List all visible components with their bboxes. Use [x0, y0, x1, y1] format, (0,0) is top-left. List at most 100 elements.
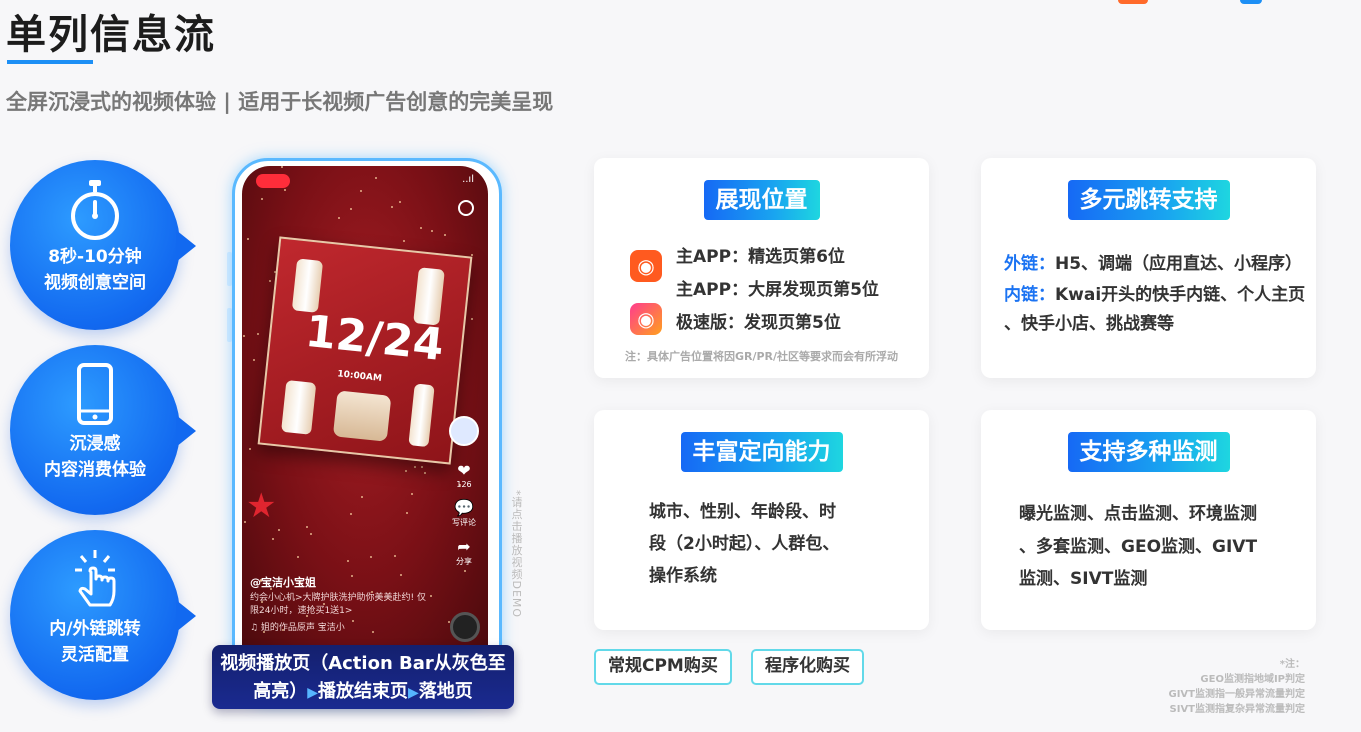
placement-row: 主APP：精选页第6位	[676, 247, 845, 267]
sparkle	[391, 206, 393, 208]
sparkle	[406, 512, 408, 514]
feature-line: 沉浸感	[69, 434, 121, 454]
sparkle	[444, 234, 446, 236]
sparkle	[360, 190, 362, 192]
monitoring-line: 监测、SIVT监测	[1019, 569, 1148, 589]
sparkle	[421, 466, 423, 468]
top-decoration	[1240, 0, 1262, 4]
footnote-line: GIVT监测指一般异常流量判定	[1168, 689, 1306, 700]
page-subtitle: 全屏沉浸式的视频体验 | 适用于长视频广告创意的完美呈现	[6, 90, 554, 114]
card-tag: 丰富定向能力	[680, 432, 843, 472]
feature-line: 内/外链跳转	[49, 619, 141, 639]
heart-icon[interactable]: ❤	[444, 462, 484, 480]
sparkle	[372, 631, 374, 633]
title-underline	[7, 60, 93, 64]
sparkle	[247, 238, 249, 240]
monitoring-line: 曝光监测、点击监测、环境监测	[1019, 504, 1257, 524]
card-tag: 展现位置	[703, 180, 820, 220]
sparkle	[257, 333, 259, 335]
comment-icon[interactable]: 💬	[444, 499, 484, 517]
demo-hint: *请点击播放视频DEMO	[510, 490, 523, 619]
sparkle	[405, 470, 407, 472]
search-icon[interactable]	[458, 200, 474, 216]
sparkle	[272, 538, 274, 540]
sparkle	[351, 575, 353, 577]
tap-hand-icon	[75, 550, 116, 607]
sparkle	[361, 496, 363, 498]
caption-line: 高亮）▶播放结束页▶落地页	[212, 678, 514, 707]
outer-link-text: H5、调端（应用直达、小程序）	[1055, 254, 1303, 274]
targeting-line: 操作系统	[649, 566, 717, 586]
sparkle	[350, 208, 352, 210]
footnote: *注： GEO监测指地域IP判定 GIVT监测指一般异常流量判定 SIVT监测指…	[1169, 657, 1306, 717]
feature-immersive: 沉浸感 内容消费体验	[10, 345, 196, 515]
play-icon: ▶	[408, 685, 419, 701]
kuaishou-app-icon: ◉	[630, 250, 662, 282]
outer-link-row: 外链：H5、调端（应用直达、小程序）	[1004, 248, 1302, 280]
feature-line: 8秒-10分钟	[48, 247, 142, 267]
inner-link-row: 内链：Kwai开头的快手内链、个人主页	[1004, 279, 1305, 311]
author-avatar[interactable]	[449, 416, 479, 446]
feature-line: 灵活配置	[61, 645, 129, 665]
monitoring-card: 支持多种监测 曝光监测、点击监测、环境监测 、多套监测、GEO监测、GIVT 监…	[981, 410, 1316, 630]
placement-row: 主APP：大屏发现页第5位	[676, 280, 879, 300]
footnote-line: *注：	[1279, 659, 1305, 670]
sparkle	[471, 318, 473, 320]
action-sidebar: ❤ 126 💬 写评论 ➦ 分享	[444, 416, 484, 577]
placement-row: 极速版：发现页第5位	[676, 313, 841, 333]
top-decoration	[1118, 0, 1148, 4]
video-description: 约会小心机>大牌护肤洗护助你美美赴约! 仅限24小时，速抢买1送1>	[250, 593, 427, 616]
inner-link-text: Kwai开头的快手内链、个人主页	[1055, 285, 1306, 305]
sparkle	[284, 189, 286, 191]
star-decoration: ★	[246, 486, 277, 526]
product-bottle	[291, 258, 324, 313]
sparkle	[411, 493, 413, 495]
sparkle	[399, 201, 401, 203]
sparkle	[431, 230, 433, 232]
sparkle	[297, 556, 299, 558]
music-disc-icon[interactable]	[450, 612, 480, 642]
like-count: 126	[456, 480, 472, 489]
feature-line: 内容消费体验	[44, 460, 146, 480]
play-icon: ▶	[307, 685, 318, 701]
inner-link-label: 内链：	[1004, 285, 1055, 305]
sparkle	[249, 448, 251, 450]
sparkle	[350, 513, 352, 515]
smartphone-icon	[77, 363, 113, 425]
sparkle	[261, 198, 263, 200]
sparkle	[310, 533, 312, 535]
targeting-card: 丰富定向能力 城市、性别、年龄段、时 段（2小时起）、人群包、 操作系统	[594, 410, 929, 630]
sparkle	[281, 166, 283, 168]
cpm-buy-button[interactable]: 常规CPM购买	[594, 649, 732, 685]
sparkle	[375, 177, 377, 179]
status-bar: ..ıl	[462, 174, 474, 185]
card-tag: 支持多种监测	[1067, 432, 1230, 472]
sparkle	[394, 555, 396, 557]
redirect-card: 多元跳转支持 外链：H5、调端（应用直达、小程序） 内链：Kwai开头的快手内链…	[981, 158, 1316, 378]
caption-text: 播放结束页	[318, 681, 408, 702]
caption-text: 落地页	[418, 681, 473, 702]
outer-link-label: 外链：	[1004, 254, 1055, 274]
sparkle	[306, 526, 308, 528]
product-jar	[332, 390, 392, 442]
sparkle	[430, 595, 432, 597]
inner-link-text-cont: 、快手小店、挑战赛等	[1004, 314, 1174, 334]
sparkle	[370, 556, 372, 558]
sparkle	[352, 620, 354, 622]
sparkle	[424, 472, 426, 474]
product-bottle	[281, 379, 317, 435]
targeting-line: 城市、性别、年龄段、时	[649, 502, 836, 522]
video-player[interactable]: ..ıl 12/24 10:00AM ❤ 126 💬 写评论 ➦ 分享 ★ @宝…	[242, 166, 488, 646]
author-name[interactable]: @宝洁小宝姐	[250, 574, 316, 590]
programmatic-buy-button[interactable]: 程序化购买	[751, 649, 864, 685]
share-icon[interactable]: ➦	[444, 538, 484, 556]
comment-label: 写评论	[452, 518, 476, 527]
feature-video-length: 8秒-10分钟 视频创意空间	[10, 160, 196, 330]
page-title: 单列信息流	[6, 12, 216, 58]
placement-card: 展现位置 ◉ 主APP：精选页第6位 主APP：大屏发现页第5位 ◉ 极速版：发…	[594, 158, 929, 378]
playback-caption: 视频播放页（Action Bar从灰色至 高亮）▶播放结束页▶落地页	[212, 645, 514, 709]
stopwatch-icon	[71, 180, 119, 240]
footnote-line: GEO监测指地域IP判定	[1200, 674, 1305, 685]
sparkle	[347, 560, 349, 562]
music-info[interactable]: ♫ 姐的作品原声 宝洁小	[250, 620, 345, 633]
